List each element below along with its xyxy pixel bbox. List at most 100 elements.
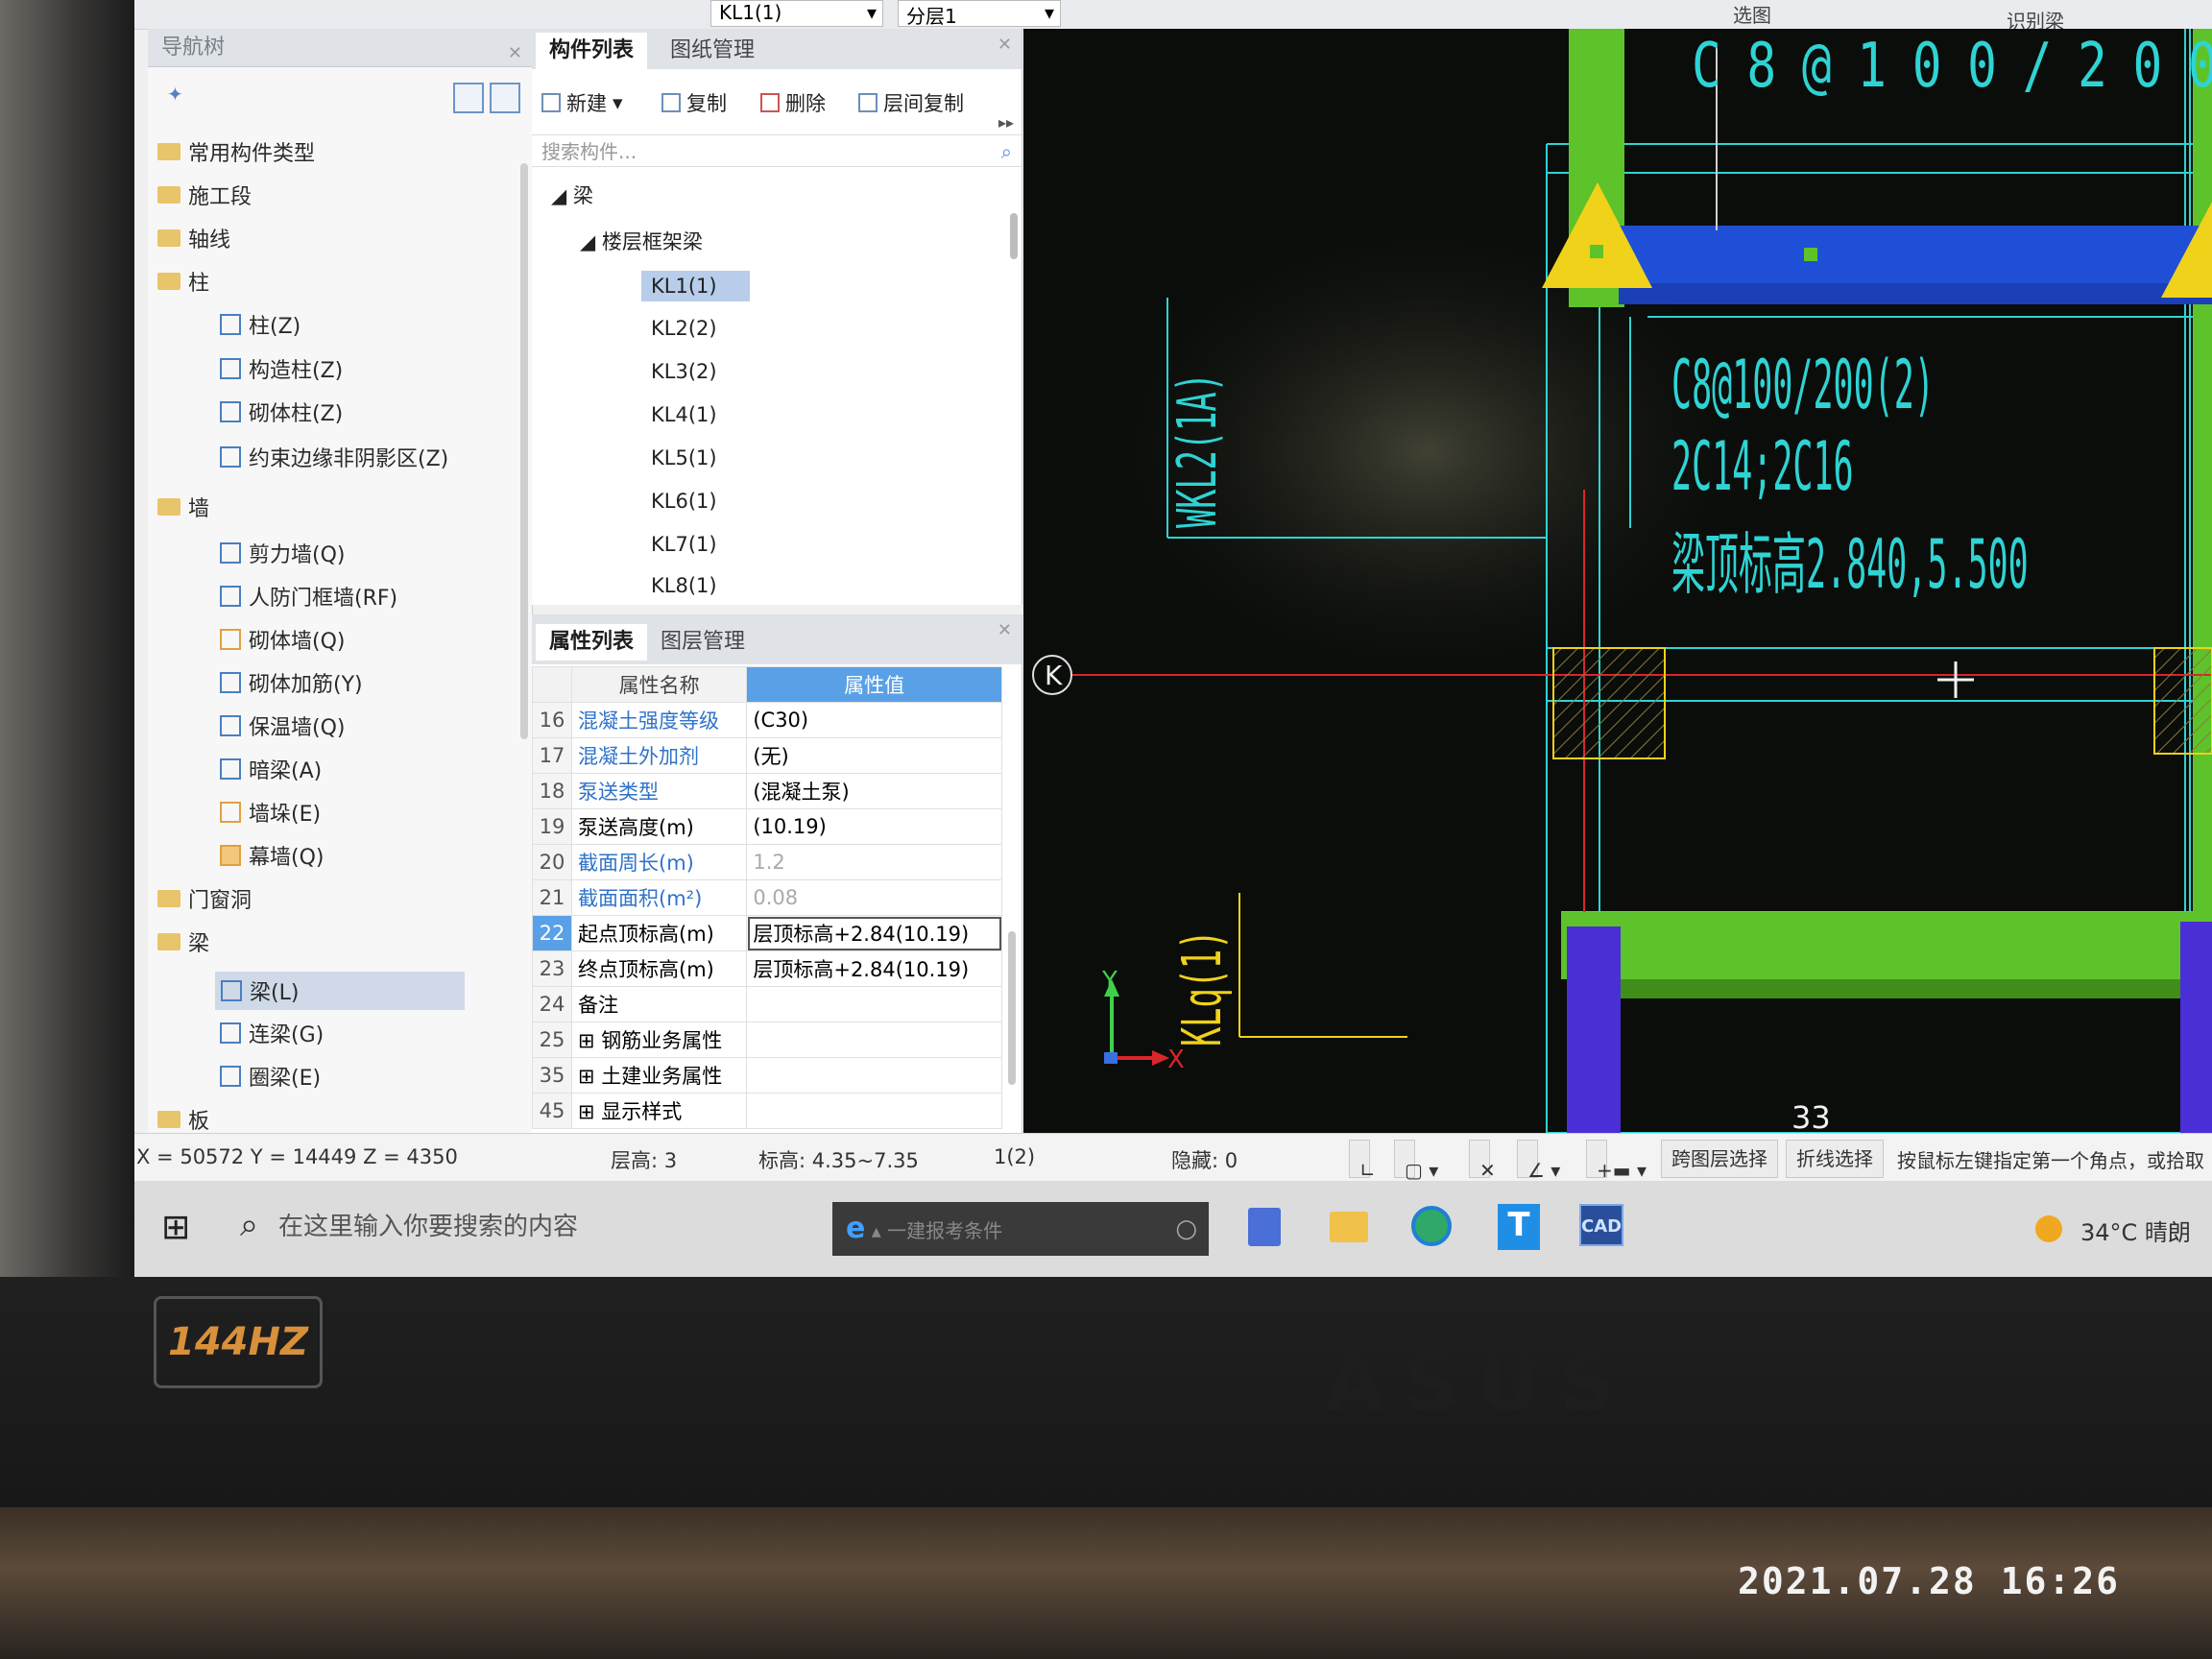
close-icon[interactable]: ✕	[998, 620, 1012, 640]
nav-item-segment[interactable]: 施工段	[157, 180, 252, 210]
nav-item-common[interactable]: 常用构件类型	[157, 136, 315, 167]
table-row[interactable]: 20 截面周长(m) 1.2	[532, 844, 1002, 880]
list-item[interactable]: KL6(1)	[651, 490, 717, 513]
list-item[interactable]: KL1(1)	[641, 271, 750, 301]
properties-tabs: 属性列表 图层管理 ✕	[532, 614, 1022, 664]
delete-button[interactable]: 删除	[760, 88, 826, 117]
list-view-icon[interactable]	[453, 83, 484, 113]
cross-toggle[interactable]: ✕	[1469, 1140, 1496, 1182]
table-row[interactable]: 17 混凝土外加剂 (无)	[532, 737, 1002, 774]
component-list-panel: 构件列表 图纸管理 ✕ 新建 ▾ 复制 删除 层间复制 ▸▸ 搜索构件... ⌕ ◢…	[532, 29, 1022, 605]
nav-item-insulation-wall[interactable]: 保温墙(Q)	[220, 710, 345, 741]
coordinate-readout: X = 50572 Y = 14449 Z = 4350	[136, 1145, 458, 1168]
nav-item-beam-group[interactable]: 梁	[157, 926, 209, 957]
nav-item-slab[interactable]: 板	[157, 1104, 209, 1135]
table-row[interactable]: 45 ⊞ 显示样式	[532, 1093, 1002, 1129]
nav-item-wall-group[interactable]: 墙	[157, 492, 209, 522]
more-icon[interactable]: ▸▸	[998, 113, 1014, 132]
beam-grip-point[interactable]	[1804, 248, 1817, 261]
nav-item-curtain-wall[interactable]: 幕墙(Q)	[220, 840, 324, 871]
table-row[interactable]: 24 备注	[532, 986, 1002, 1022]
nav-item-column[interactable]: 柱(Z)	[220, 309, 301, 340]
list-item[interactable]: KL5(1)	[651, 446, 717, 469]
chevron-down-icon: ▾	[1044, 1, 1054, 24]
snap-toggle[interactable]: ▢ ▾	[1394, 1140, 1438, 1182]
list-item[interactable]: KL7(1)	[651, 533, 717, 556]
expand-icon[interactable]: ⊞	[578, 1065, 601, 1088]
search-icon[interactable]: ○	[1175, 1202, 1197, 1256]
list-item[interactable]: KL3(2)	[651, 360, 717, 383]
search-icon[interactable]: ⌕	[240, 1206, 258, 1244]
table-row[interactable]: 35 ⊞ 土建业务属性	[532, 1057, 1002, 1094]
component-search-input[interactable]: 搜索构件... ⌕	[532, 134, 1022, 167]
tree-group-floor-frame-beam[interactable]: ◢ 楼层框架梁	[580, 227, 703, 255]
nav-item-shear-wall[interactable]: 剪力墙(Q)	[220, 538, 345, 568]
grid-view-icon[interactable]	[490, 83, 520, 113]
file-explorer-icon[interactable]	[1330, 1212, 1368, 1242]
cad-app-icon[interactable]: CAD	[1579, 1204, 1623, 1246]
tree-group-beam[interactable]: ◢ 梁	[551, 180, 593, 209]
ie-search-box[interactable]: e ▴ 一建报考条件 ○	[832, 1202, 1209, 1256]
folder-icon	[157, 229, 180, 247]
chevron-down-icon: ▾	[613, 91, 623, 114]
copy-button[interactable]: 复制	[661, 88, 727, 117]
floor-dropdown[interactable]: 分层1 ▾	[898, 0, 1061, 28]
select-drawing-button[interactable]: 选图	[1733, 0, 1771, 28]
nav-item-edge-zone[interactable]: 约束边缘非阴影区(Z)	[220, 442, 448, 472]
table-row[interactable]: 23 终点顶标高(m) 层顶标高+2.84(10.19)	[532, 950, 1002, 987]
table-row[interactable]: 21 截面面积(m²) 0.08	[532, 879, 1002, 916]
cross-floor-select-button[interactable]: 跨图层选择	[1661, 1140, 1778, 1178]
nav-item-masonry-column[interactable]: 砌体柱(Z)	[220, 397, 343, 427]
cad-drawing[interactable]: K 33 X Y C8@100/200(2) C8@100/200(2) 2C1…	[1023, 29, 2212, 1133]
nav-item-ring-beam[interactable]: 圈梁(E)	[220, 1061, 321, 1092]
list-item[interactable]: KL2(2)	[651, 317, 717, 340]
expand-icon[interactable]: ⊞	[578, 1029, 601, 1052]
close-icon[interactable]: ✕	[998, 35, 1012, 55]
calculator-icon[interactable]	[1248, 1208, 1281, 1246]
nav-item-masonry-rebar[interactable]: 砌体加筋(Y)	[220, 667, 363, 698]
tab-component-list[interactable]: 构件列表	[536, 33, 648, 69]
component-dropdown[interactable]: KL1(1) ▾	[710, 0, 883, 27]
table-row[interactable]: 22 起点顶标高(m) 层顶标高+2.84(10.19)	[532, 915, 1002, 951]
list-scrollbar[interactable]	[1010, 213, 1018, 259]
nav-item-hidden-beam[interactable]: 暗梁(A)	[220, 754, 322, 784]
weather-text[interactable]: 34°C 晴朗	[2080, 1214, 2191, 1247]
nav-item-wall-pier[interactable]: 墙垛(E)	[220, 797, 321, 828]
tab-drawing-manage[interactable]: 图纸管理	[657, 33, 768, 69]
table-row[interactable]: 18 泵送类型 (混凝土泵)	[532, 773, 1002, 809]
nav-item-column-group[interactable]: 柱	[157, 266, 209, 297]
nav-item-coupling-beam[interactable]: 连梁(G)	[220, 1018, 324, 1048]
list-item[interactable]: KL8(1)	[651, 574, 717, 597]
tab-layer-manage[interactable]: 图层管理	[647, 624, 758, 661]
cad-canvas[interactable]: K 33 X Y C8@100/200(2) C8@100/200(2) 2C1…	[1023, 29, 2212, 1133]
search-icon[interactable]: ⌕	[1001, 135, 1012, 168]
table-row[interactable]: 25 ⊞ 钢筋业务属性	[532, 1022, 1002, 1058]
glodon-app-icon[interactable]: T	[1498, 1204, 1540, 1250]
nav-item-civil-defense-wall[interactable]: 人防门框墙(RF)	[220, 581, 397, 612]
ortho-toggle[interactable]: ∟	[1349, 1140, 1376, 1182]
table-row[interactable]: 16 混凝土强度等级 (C30)	[532, 702, 1002, 738]
polyline-select-button[interactable]: 折线选择	[1786, 1140, 1884, 1178]
tab-property-list[interactable]: 属性列表	[536, 624, 648, 661]
list-item[interactable]: KL4(1)	[651, 403, 717, 426]
floor-copy-button[interactable]: 层间复制	[858, 88, 964, 117]
nav-item-beam[interactable]: 梁(L)	[215, 972, 465, 1010]
angle-toggle[interactable]: ∠ ▾	[1517, 1140, 1560, 1182]
new-button[interactable]: 新建 ▾	[541, 88, 623, 117]
nav-item-constructional-column[interactable]: 构造柱(Z)	[220, 353, 343, 384]
nav-item-axis[interactable]: 轴线	[157, 223, 230, 253]
expand-icon[interactable]: ⊞	[578, 1100, 601, 1123]
beam-icon	[221, 980, 242, 1001]
edge-icon[interactable]	[1411, 1206, 1452, 1246]
close-icon[interactable]: ✕	[508, 35, 522, 73]
properties-scrollbar[interactable]	[1008, 931, 1016, 1085]
nav-item-masonry-wall[interactable]: 砌体墙(Q)	[220, 624, 345, 655]
table-row[interactable]: 19 泵送高度(m) (10.19)	[532, 808, 1002, 845]
nav-item-doors-windows[interactable]: 门窗洞	[157, 883, 252, 914]
grip-square-left[interactable]	[1590, 245, 1603, 258]
windows-start-icon[interactable]: ⊞	[161, 1208, 190, 1247]
nav-scrollbar[interactable]	[520, 163, 528, 739]
pin-icon[interactable]: ✦	[167, 83, 183, 106]
weather-icon[interactable]	[2035, 1215, 2062, 1242]
offset-toggle[interactable]: +▬ ▾	[1586, 1140, 1647, 1182]
